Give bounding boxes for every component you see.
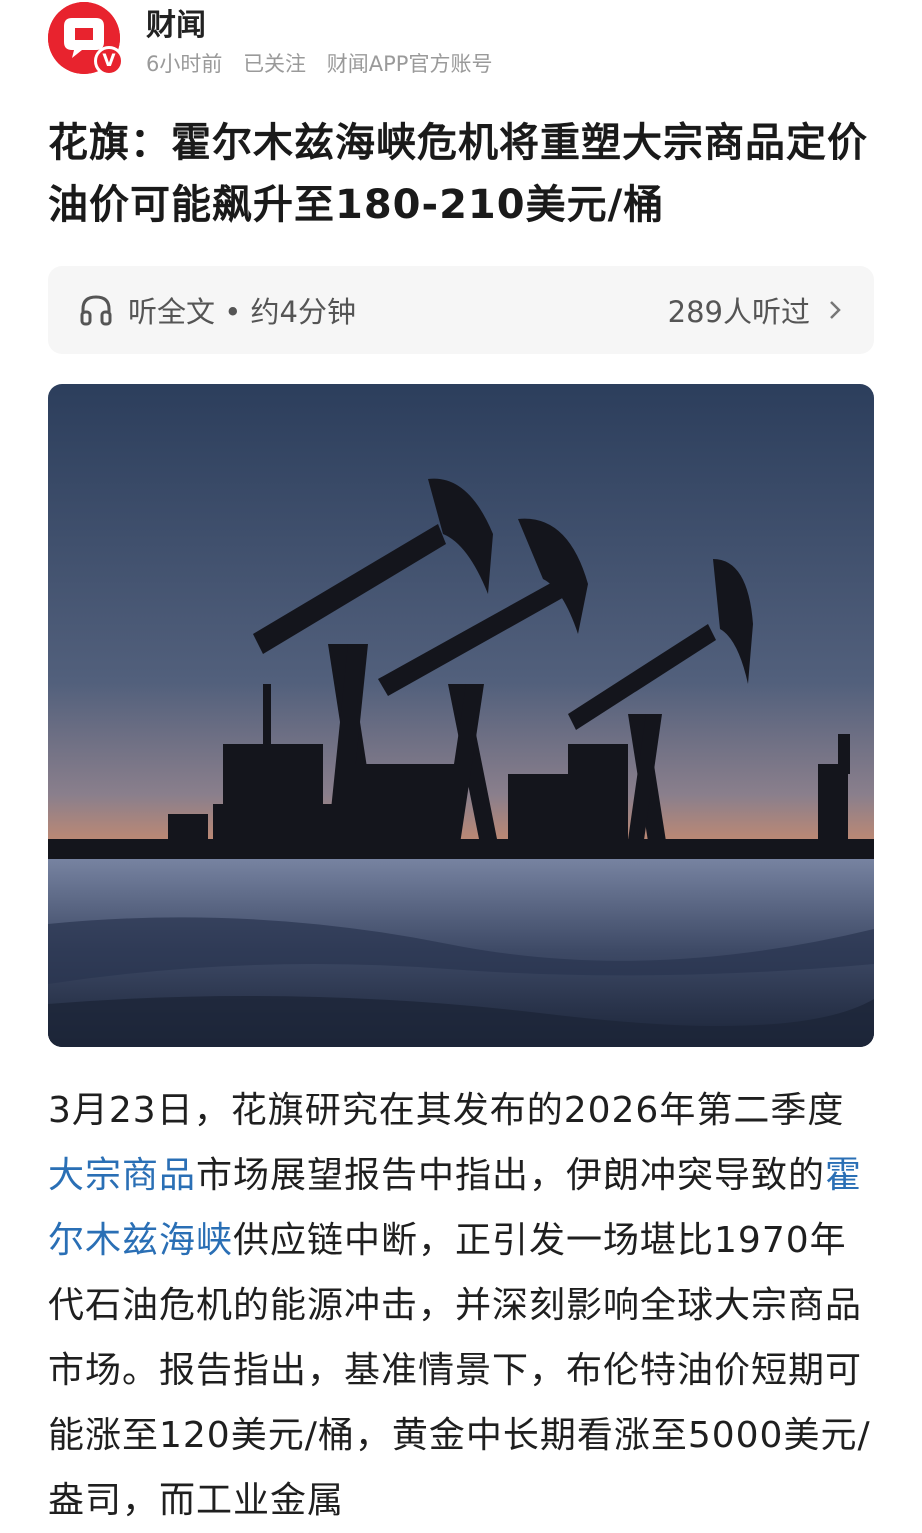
author-name[interactable]: 财闻: [146, 0, 206, 44]
body-text-1: 3月23日，花旗研究在其发布的2026年第二季度: [48, 1090, 845, 1131]
follow-status[interactable]: 已关注: [243, 52, 306, 76]
author-meta: 6小时前 已关注 财闻APP官方账号: [146, 48, 506, 78]
hero-image[interactable]: [48, 384, 874, 1047]
listen-label: 听全文 • 约4分钟: [128, 295, 356, 329]
article-body: 3月23日，花旗研究在其发布的2026年第二季度大宗商品市场展望报告中指出，伊朗…: [48, 1078, 878, 1533]
oil-pump-jacks-image: [48, 384, 874, 1047]
post-time: 6小时前: [146, 52, 223, 76]
body-text-2: 市场展望报告中指出，伊朗冲突导致的: [196, 1155, 826, 1196]
article-title: 花旗：霍尔木兹海峡危机将重塑大宗商品定价 油价可能飙升至180-210美元/桶: [48, 120, 868, 228]
headphone-icon: [80, 295, 112, 326]
listen-full-text-bar[interactable]: 听全文 • 约4分钟 289人听过: [48, 266, 874, 354]
chevron-right-icon: [830, 301, 841, 319]
listener-count: 289人听过: [667, 295, 810, 329]
body-text-3: 供应链中断，正引发一场堪比1970年代石油危机的能源冲击，并深刻影响全球大宗商品…: [48, 1220, 871, 1521]
verified-badge: V: [94, 46, 124, 76]
account-description: 财闻APP官方账号: [326, 52, 493, 76]
author-header: V 财闻 6小时前 已关注 财闻APP官方账号: [48, 0, 874, 80]
link-commodities[interactable]: 大宗商品: [48, 1155, 196, 1196]
